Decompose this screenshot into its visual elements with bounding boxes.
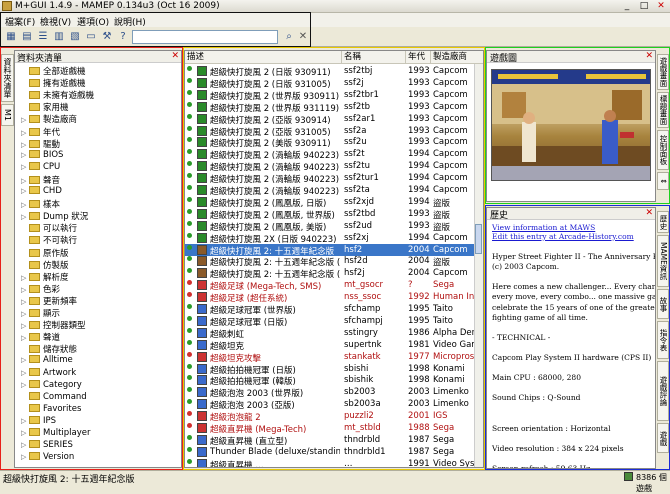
window-title: M+GUI 1.4.9 - MAMEP 0.134u3 (Oct 16 2009…: [15, 1, 220, 11]
game-count: 8386 個遊戲: [636, 473, 667, 493]
maximize-button[interactable]: □: [635, 0, 653, 12]
menu-toolbar-frame: [0, 12, 311, 47]
minimize-button[interactable]: _: [618, 0, 636, 12]
close-button[interactable]: ✕: [652, 0, 670, 12]
snapshot-frame: [485, 47, 670, 204]
folder-frame: [0, 47, 183, 470]
status-text: 超級快打旋風 2: 十五週年紀念版: [3, 475, 135, 485]
app-icon: [2, 1, 12, 11]
history-frame: [485, 205, 670, 470]
status-bar: 超級快打旋風 2: 十五週年紀念版 8386 個遊戲: [0, 470, 670, 493]
game-list-frame: [183, 47, 485, 470]
status-icon: [624, 472, 633, 481]
